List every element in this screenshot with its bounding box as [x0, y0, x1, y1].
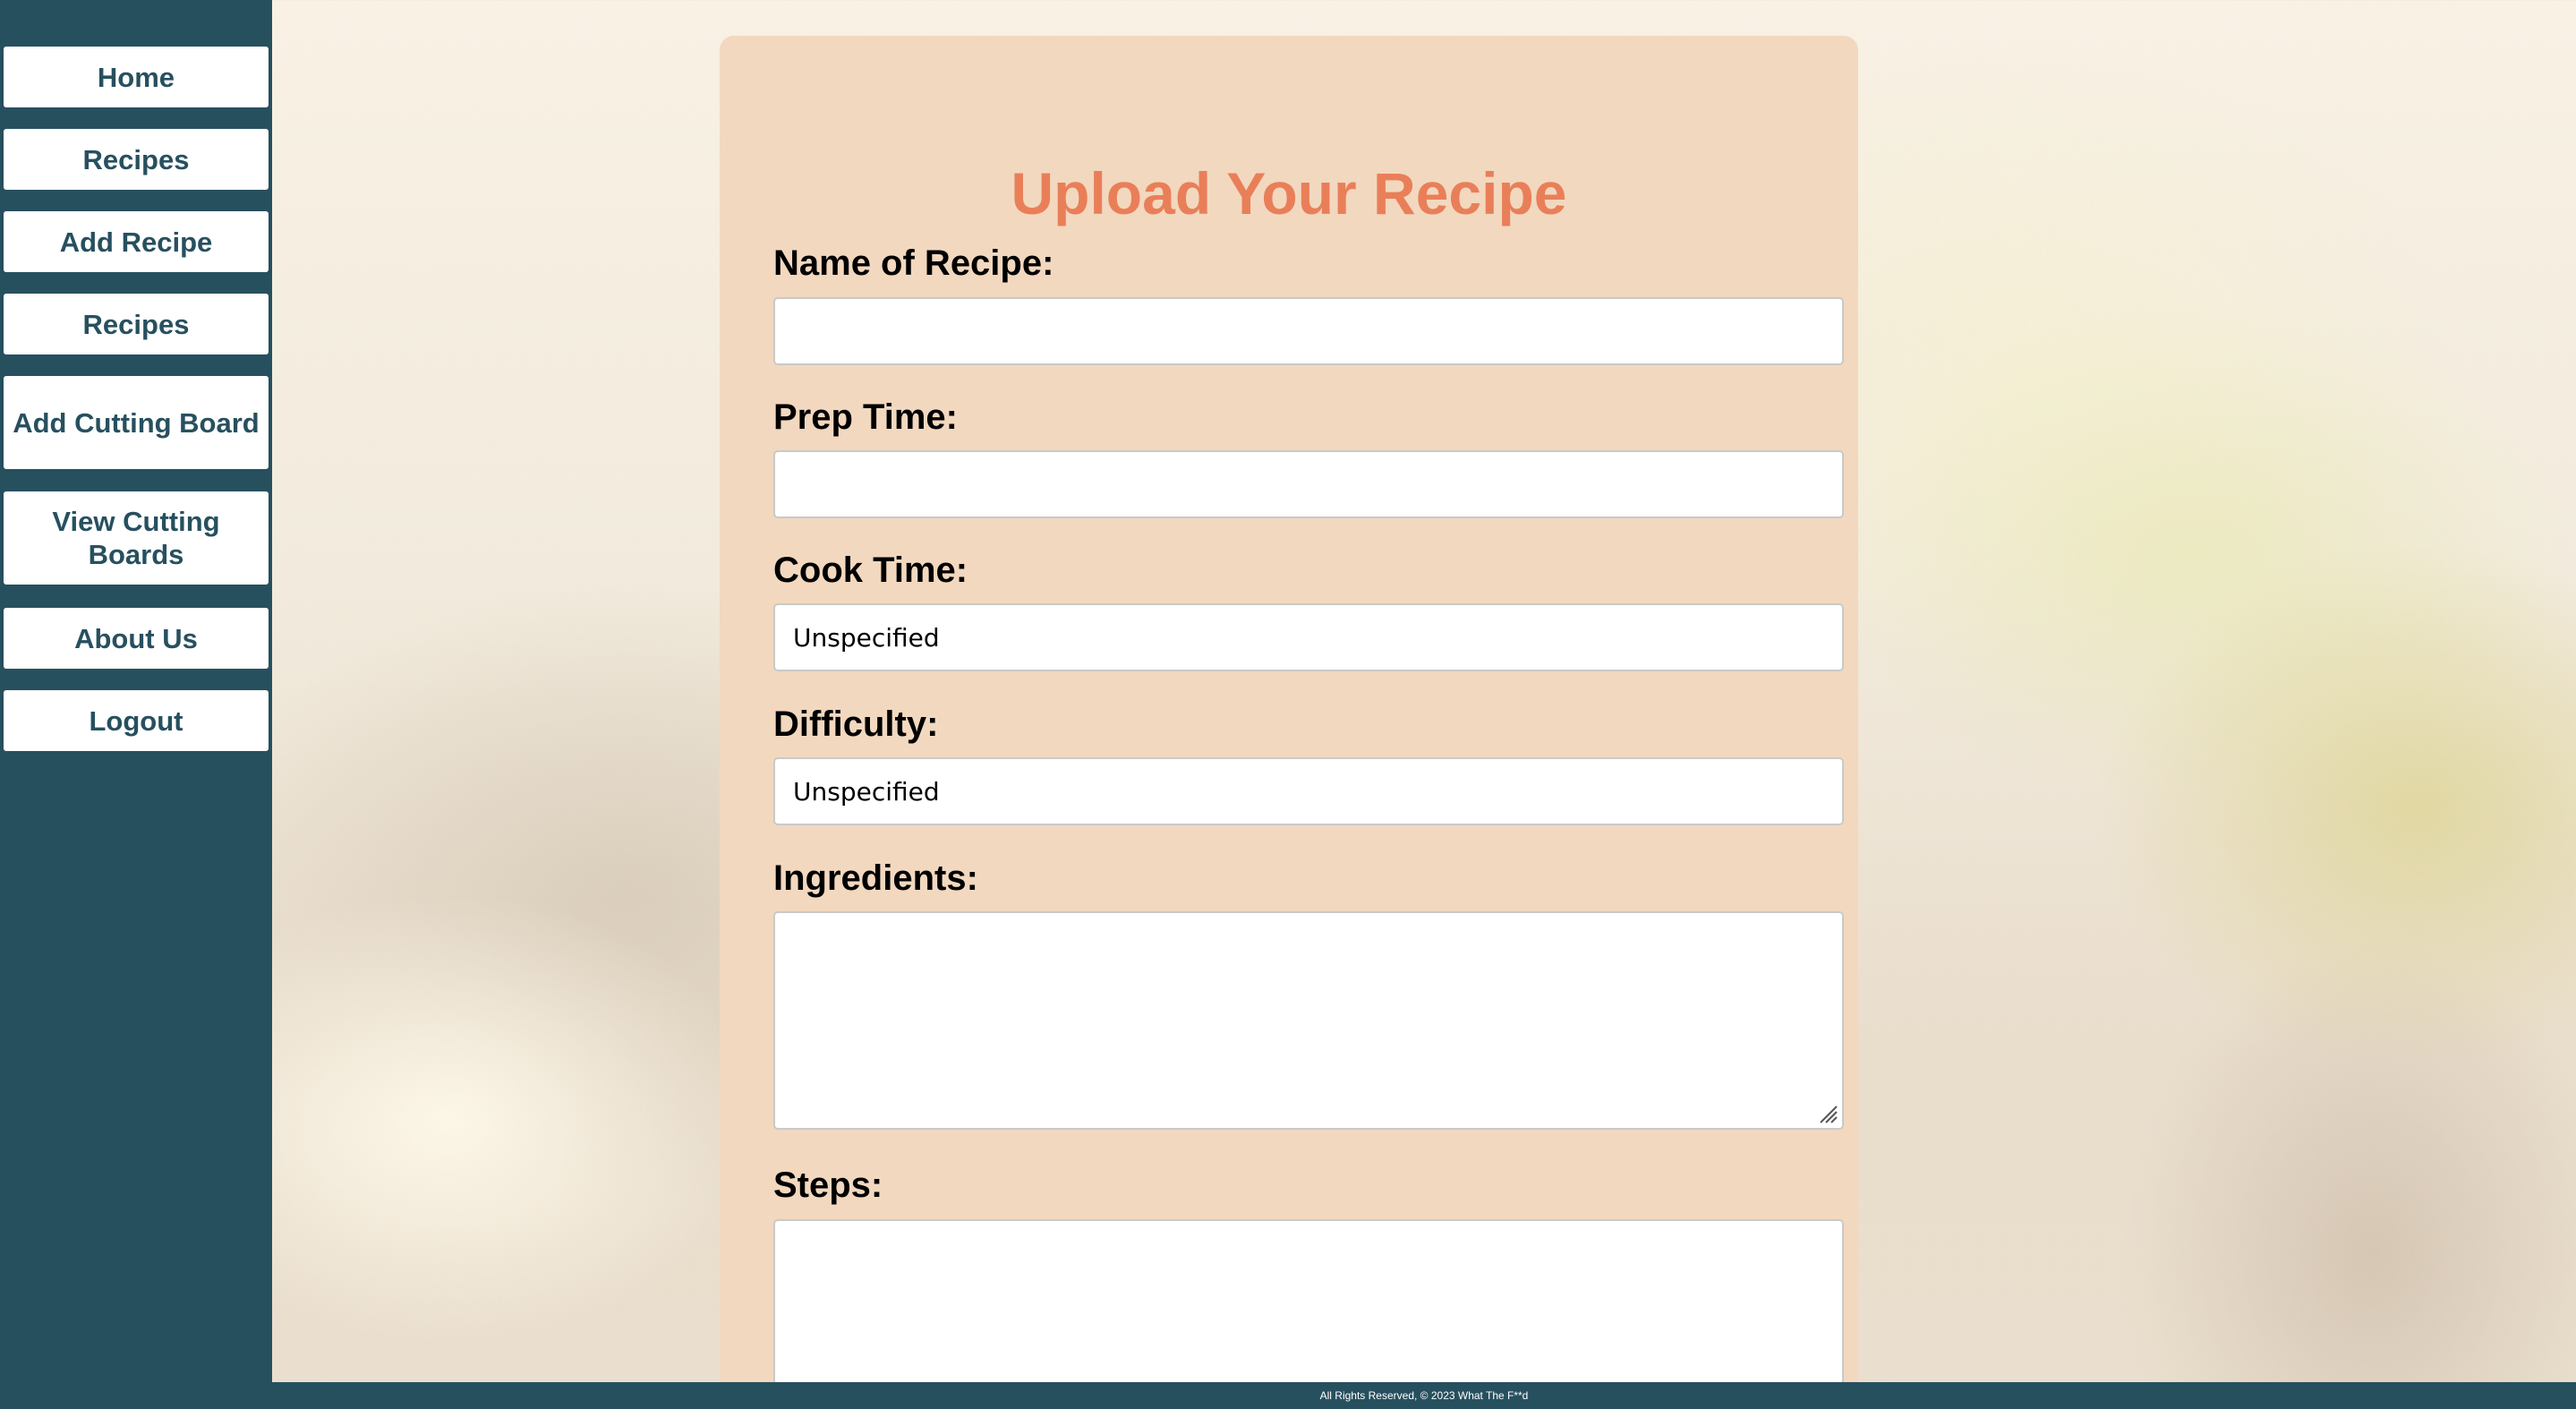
nav-add-cutting-board-button[interactable]: Add Cutting Board	[4, 376, 269, 469]
steps-label: Steps:	[773, 1166, 883, 1205]
ingredients-label: Ingredients:	[773, 858, 978, 898]
prep-time-input[interactable]	[773, 450, 1844, 518]
difficulty-select[interactable]: Unspecified	[773, 757, 1844, 825]
difficulty-label: Difficulty:	[773, 704, 939, 744]
nav-recipes-2-button[interactable]: Recipes	[4, 294, 269, 354]
nav-recipes-button[interactable]: Recipes	[4, 129, 269, 190]
form-title: Upload Your Recipe	[1011, 160, 1567, 226]
cook-time-select[interactable]: Unspecified	[773, 603, 1844, 671]
cook-time-label: Cook Time:	[773, 551, 968, 590]
footer-copyright: All Rights Reserved, © 2023 What The F**…	[272, 1382, 2576, 1409]
nav-home-button[interactable]: Home	[4, 47, 269, 107]
name-input[interactable]	[773, 297, 1844, 365]
nav-add-recipe-button[interactable]: Add Recipe	[4, 211, 269, 272]
ingredients-textarea[interactable]	[773, 911, 1844, 1130]
nav-about-us-button[interactable]: About Us	[4, 608, 269, 669]
nav-logout-button[interactable]: Logout	[4, 690, 269, 751]
prep-time-label: Prep Time:	[773, 397, 958, 437]
sidebar-nav: Home Recipes Add Recipe Recipes Add Cutt…	[0, 0, 272, 1409]
name-label: Name of Recipe:	[773, 243, 1054, 283]
recipe-form-card: Upload Your Recipe Name of Recipe: Prep …	[720, 36, 1858, 1409]
resize-handle-icon[interactable]	[1817, 1103, 1838, 1124]
steps-textarea[interactable]	[773, 1219, 1844, 1398]
nav-view-cutting-boards-button[interactable]: View Cutting Boards	[4, 491, 269, 585]
